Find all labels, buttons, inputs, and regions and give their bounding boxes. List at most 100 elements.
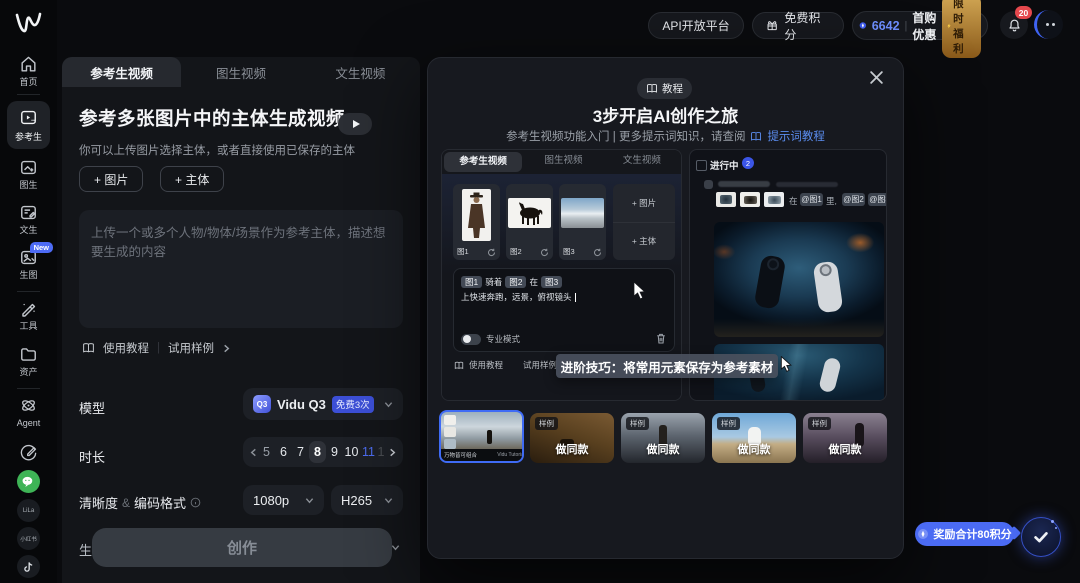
cursor-arrow-icon bbox=[780, 356, 794, 373]
card-person-silhouette bbox=[487, 430, 492, 444]
duration-option[interactable]: 6 bbox=[275, 445, 292, 459]
samples-link[interactable]: 试用样例 bbox=[168, 340, 214, 356]
model-dropdown[interactable]: Q3 Vidu Q3 免费3次 bbox=[243, 388, 403, 420]
wechat-icon bbox=[22, 476, 35, 488]
create-button[interactable]: 创作 bbox=[92, 528, 392, 567]
chevron-left-icon[interactable] bbox=[249, 448, 258, 457]
lila-button[interactable]: LiLa bbox=[17, 499, 40, 522]
reward-tooltip-text: 奖励合计80积分 bbox=[933, 526, 1011, 542]
modal-title: 3步开启AI创作之旅 bbox=[428, 102, 903, 127]
sparkle-dot bbox=[1055, 527, 1057, 529]
credits-promo-pill[interactable]: 6642 | 首购优惠 限时福利 bbox=[852, 11, 988, 40]
model-name: Vidu Q3 bbox=[277, 397, 326, 412]
sparkle-dot bbox=[1051, 520, 1054, 523]
demo-image-cowboy bbox=[462, 189, 491, 241]
demo-prompt-text: 上快速奔跑，远景，俯视镜头 bbox=[461, 291, 572, 303]
demo-samples-link: 试用样例 bbox=[523, 359, 557, 371]
api-platform-label: API开放平台 bbox=[662, 17, 729, 34]
sample-badge: 样例 bbox=[717, 417, 740, 430]
chevron-right-icon bbox=[222, 344, 231, 353]
vidu-logo-icon bbox=[14, 10, 43, 37]
card-sample-4[interactable]: 样例 做同款 bbox=[803, 413, 887, 463]
chevron-down-icon bbox=[305, 496, 314, 505]
demo-thumb-cell-1: 图1 bbox=[453, 184, 500, 260]
duration-option[interactable]: 7 bbox=[292, 445, 309, 459]
app-window: 首页 参考生 图生 文生 New 生图 工具 资产 bbox=[0, 0, 1080, 583]
wechat-button[interactable] bbox=[17, 470, 40, 493]
demo-progress-count-badge: 2 bbox=[742, 157, 754, 169]
prompt-input[interactable] bbox=[79, 210, 403, 328]
sidebar-item-text2video[interactable]: 文生 bbox=[0, 203, 57, 235]
intro-play-button[interactable] bbox=[338, 113, 372, 135]
codec-value: H265 bbox=[341, 493, 372, 508]
demo-mini-thumb bbox=[764, 192, 784, 207]
card-sample-3[interactable]: 样例 做同款 bbox=[712, 413, 796, 463]
chevron-right-icon[interactable] bbox=[388, 448, 397, 457]
limited-benefit-badge: 限时福利 bbox=[942, 0, 981, 58]
tab-image-video[interactable]: 图生视频 bbox=[181, 57, 300, 87]
user-avatar[interactable] bbox=[1034, 10, 1063, 39]
sidebar-item-assets[interactable]: 资产 bbox=[0, 345, 57, 377]
demo-ref-text: 在 bbox=[789, 195, 798, 207]
make-same-label: 做同款 bbox=[621, 441, 705, 457]
pro-mode-toggle bbox=[461, 334, 481, 345]
pro-mode-label: 专业模式 bbox=[486, 333, 520, 345]
demo-add-buttons: + 图片 + 主体 bbox=[613, 184, 675, 260]
duration-option-selected[interactable]: 8 bbox=[309, 441, 326, 463]
quality-label: 清晰度 bbox=[79, 493, 118, 512]
duration-label: 时长 bbox=[79, 447, 105, 466]
notification-count: 20 bbox=[1019, 8, 1028, 18]
close-icon[interactable] bbox=[869, 70, 884, 85]
image-to-video-icon bbox=[19, 158, 38, 177]
card-featured-tutorial[interactable]: 万物皆可组合 Vidu Tutorial bbox=[439, 410, 524, 463]
xiaohongshu-button[interactable]: 小红书 bbox=[17, 527, 40, 550]
free-credits-label: 免费积分 bbox=[784, 9, 830, 43]
sidebar-item-img2video[interactable]: 图生 bbox=[0, 158, 57, 190]
add-image-label: + 图片 bbox=[94, 171, 128, 188]
reward-check-button[interactable] bbox=[1021, 517, 1061, 557]
card-sample-2[interactable]: 样例 做同款 bbox=[621, 413, 705, 463]
duration-option[interactable]: 10 bbox=[343, 445, 360, 459]
lightning-icon bbox=[947, 21, 951, 31]
free-credits-button[interactable]: 免费积分 bbox=[752, 12, 844, 39]
tab-text-video[interactable]: 文生视频 bbox=[301, 57, 420, 87]
demo-tab-active: 参考生视频 bbox=[444, 152, 522, 172]
sidebar-item-imagegen[interactable]: New 生图 bbox=[0, 248, 57, 280]
link-divider: | bbox=[157, 342, 160, 354]
diver-light-2 bbox=[818, 357, 842, 394]
tutorial-link[interactable]: 使用教程 bbox=[103, 340, 149, 356]
book-icon bbox=[82, 342, 95, 354]
add-subject-button[interactable]: + 主体 bbox=[160, 166, 224, 192]
card-caption: 万物皆可组合 bbox=[444, 451, 477, 459]
add-image-button[interactable]: + 图片 bbox=[79, 166, 143, 192]
add-subject-label: + 主体 bbox=[175, 171, 209, 188]
tutorial-badge-label: 教程 bbox=[662, 81, 683, 96]
tab-reference-video[interactable]: 参考生视频 bbox=[62, 57, 181, 87]
sidebar-item-agent[interactable]: Agent bbox=[0, 396, 57, 428]
api-platform-button[interactable]: API开放平台 bbox=[648, 12, 744, 39]
demo-pro-mode-row: 专业模式 bbox=[461, 333, 520, 345]
prompt-tutorial-link[interactable]: 提示词教程 bbox=[767, 128, 825, 144]
card-sample-1[interactable]: 样例 做同款 bbox=[530, 413, 614, 463]
sidebar-divider bbox=[17, 94, 40, 95]
codec-dropdown[interactable]: H265 bbox=[331, 485, 403, 515]
sidebar-item-tools[interactable]: 工具 bbox=[0, 299, 57, 331]
vidu-logo[interactable] bbox=[14, 10, 43, 37]
duration-option[interactable]: 5 bbox=[258, 445, 275, 459]
duration-option[interactable]: 9 bbox=[326, 445, 343, 459]
duration-option[interactable]: 11 bbox=[360, 445, 377, 459]
feedback-pen-icon[interactable] bbox=[19, 443, 38, 462]
tab-label: 参考生视频 bbox=[90, 63, 153, 82]
reward-tooltip: 奖励合计80积分 bbox=[915, 522, 1014, 546]
duration-selector: 5 6 7 8 9 10 11 1 bbox=[243, 437, 403, 467]
tiktok-button[interactable] bbox=[17, 555, 40, 578]
demo-user-avatar-blur bbox=[704, 180, 713, 189]
sidebar-item-home[interactable]: 首页 bbox=[0, 55, 57, 87]
sidebar-item-label: 工具 bbox=[19, 321, 37, 331]
sidebar-item-reference[interactable]: 参考生 bbox=[7, 101, 50, 149]
modal-subtitle-row: 参考生视频功能入门 | 更多提示词知识，请查阅 提示词教程 bbox=[428, 128, 903, 144]
ampersand: & bbox=[122, 496, 130, 510]
quality-dropdown[interactable]: 1080p bbox=[243, 485, 324, 515]
demo-thumb-label: 图3 bbox=[563, 246, 575, 257]
sidebar-item-label: 图生 bbox=[19, 180, 37, 190]
